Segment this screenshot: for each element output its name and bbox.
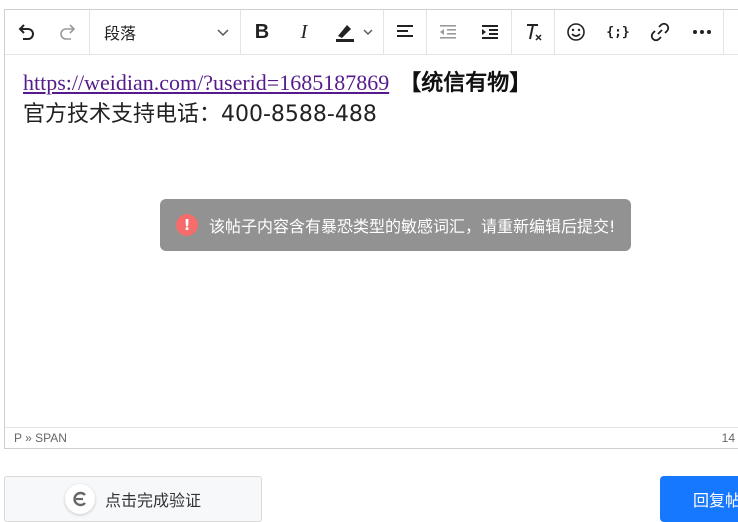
insert-group: {;}	[555, 10, 724, 54]
undo-button[interactable]	[5, 10, 47, 54]
brand-text: 【统信有物】	[399, 70, 532, 95]
chevron-down-icon	[217, 29, 229, 37]
code-braces-icon: {;}	[606, 24, 630, 40]
editor-statusbar: P » SPAN 14	[5, 427, 738, 448]
highlight-color-button[interactable]	[325, 10, 383, 54]
clear-format-group	[512, 10, 555, 54]
emoji-button[interactable]	[555, 10, 597, 54]
more-button[interactable]	[681, 10, 723, 54]
editor-content[interactable]: https://weidian.com/?userid=1685187869 【统…	[23, 68, 733, 132]
code-button[interactable]: {;}	[597, 10, 639, 54]
redo-button[interactable]	[47, 10, 89, 54]
indent-icon	[482, 25, 498, 39]
history-group	[5, 10, 90, 54]
align-button[interactable]	[384, 10, 426, 54]
block-format-select[interactable]: 段落	[90, 10, 240, 54]
smiley-icon	[567, 23, 585, 41]
italic-icon: I	[300, 20, 308, 43]
element-path[interactable]: P » SPAN	[14, 431, 67, 445]
captcha-verify-button[interactable]: 点击完成验证	[4, 476, 262, 522]
bold-button[interactable]: B	[241, 10, 283, 54]
more-horizontal-icon	[693, 30, 711, 34]
text-style-group: B I	[241, 10, 384, 54]
link-icon	[650, 22, 670, 42]
indent-button[interactable]	[469, 10, 511, 54]
reply-button[interactable]: 回复帖	[660, 476, 738, 522]
error-toast: ! 该帖子内容含有暴恐类型的敏感词汇，请重新编辑后提交!	[160, 199, 631, 251]
chevron-down-icon	[363, 29, 373, 35]
clear-format-button[interactable]	[512, 10, 554, 54]
shop-link[interactable]: https://weidian.com/?userid=1685187869	[23, 70, 389, 95]
clear-format-icon	[527, 24, 542, 41]
shield-check-icon	[64, 484, 95, 514]
block-format-value: 段落	[104, 24, 137, 43]
support-phone-text: 官方技术支持电话：400-8588-488	[23, 102, 377, 127]
reply-label: 回复帖	[693, 491, 738, 510]
verify-label: 点击完成验证	[104, 491, 201, 510]
undo-icon	[18, 24, 34, 40]
highlighter-icon	[336, 25, 354, 42]
word-count: 14	[721, 431, 735, 445]
format-group: 段落	[90, 10, 241, 54]
align-left-icon	[397, 25, 413, 37]
outdent-button[interactable]	[427, 10, 469, 54]
redo-icon	[60, 24, 76, 40]
bold-icon: B	[254, 20, 270, 43]
indent-group	[427, 10, 512, 54]
editor-toolbar: 段落 B I {;}	[5, 10, 738, 55]
toast-message: 该帖子内容含有暴恐类型的敏感词汇，请重新编辑后提交!	[209, 217, 616, 236]
error-exclamation-icon: !	[176, 214, 198, 236]
italic-button[interactable]: I	[283, 10, 325, 54]
align-group	[384, 10, 427, 54]
link-button[interactable]	[639, 10, 681, 54]
content-line-link: https://weidian.com/?userid=1685187869 【统…	[23, 68, 733, 98]
outdent-icon	[440, 25, 456, 39]
